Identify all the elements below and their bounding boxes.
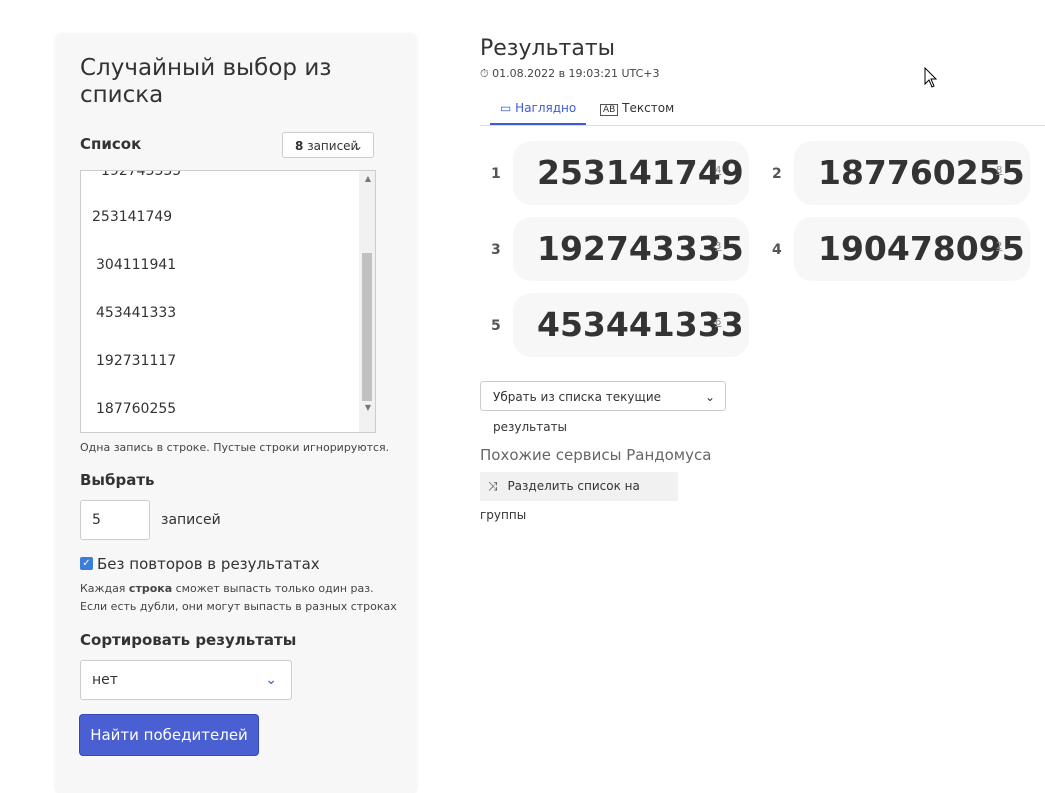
sort-value: нет: [92, 672, 118, 688]
result-index: 4: [772, 242, 782, 258]
choose-label: Выбрать: [80, 471, 155, 489]
find-winners-button[interactable]: Найти победителей: [80, 715, 258, 755]
timer-icon: ⏱: [480, 67, 489, 80]
window-icon: ▭: [500, 101, 512, 115]
list-entry: 253141749: [92, 209, 173, 225]
scroll-down-arrow-icon[interactable]: ▼: [365, 403, 371, 412]
sort-select[interactable]: нет ⌄: [80, 660, 292, 700]
split-into-groups-link[interactable]: ⤨ Разделить список на группы: [480, 472, 678, 522]
chevron-down-icon: ⌄: [265, 672, 277, 688]
no-repeat-note-line2: Если есть дубли, они могут выпасть в раз…: [80, 600, 397, 613]
result-value: 190478095: [818, 229, 1025, 268]
result-card: 453441333 6: [513, 293, 749, 357]
result-card: 192743335 3: [513, 217, 749, 281]
mouse-cursor-icon: [924, 67, 938, 88]
scroll-up-arrow-icon[interactable]: ▲: [365, 174, 371, 183]
result-card: 187760255 8: [794, 141, 1030, 205]
sort-label: Сортировать результаты: [80, 631, 297, 649]
panel-title: Случайный выбор из списка: [80, 55, 332, 108]
tab-visual[interactable]: ▭ Наглядно: [490, 101, 587, 125]
remove-results-button[interactable]: Убрать из списка текущие результаты ⌄: [480, 381, 726, 434]
chevron-down-icon: ⌄: [352, 139, 363, 153]
results-tabs: ▭ Наглядно AB Текстом: [480, 97, 1045, 126]
result-value: 192743335: [537, 229, 744, 268]
similar-services-title: Похожие сервисы Рандомуса: [480, 446, 712, 464]
settings-panel: Случайный выбор из списка Список 8 запис…: [55, 33, 417, 793]
result-value: 453441333: [537, 305, 744, 344]
list-entry: 192743335: [101, 170, 182, 179]
result-source-line[interactable]: 8: [996, 165, 1002, 176]
list-entry: 187760255: [96, 401, 177, 417]
list-textarea[interactable]: 192743335 253141749 304111941 453441333 …: [80, 170, 376, 433]
split-icon: ⤨: [488, 479, 498, 493]
entries-count-label: записей: [307, 139, 359, 153]
scroll-thumb[interactable]: [362, 253, 372, 401]
no-repeat-note: Каждая строка сможет выпасть только один…: [80, 582, 374, 595]
entries-count-dropdown[interactable]: 8 записей ⌄: [282, 132, 374, 158]
choose-unit: записей: [161, 512, 221, 528]
no-repeat-checkbox[interactable]: ✓: [80, 557, 93, 570]
choose-count-input[interactable]: 5: [80, 500, 150, 540]
result-index: 5: [491, 318, 501, 334]
chevron-down-icon: ⌄: [704, 390, 715, 404]
results-timestamp: ⏱ 01.08.2022 в 19:03:21 UTC+3: [480, 67, 660, 80]
tab-text[interactable]: AB Текстом: [600, 101, 674, 125]
list-entry: 304111941: [96, 257, 177, 273]
result-source-line[interactable]: 6: [715, 317, 721, 328]
list-hint: Одна запись в строке. Пустые строки игно…: [80, 441, 390, 454]
result-value: 253141749: [537, 153, 744, 192]
list-scrollbar[interactable]: ▲ ▼: [359, 171, 375, 432]
list-entry: 453441333: [96, 305, 177, 321]
result-index: 3: [491, 242, 501, 258]
result-source-line[interactable]: 3: [715, 241, 721, 252]
result-card: 253141749 4: [513, 141, 749, 205]
no-repeat-label: Без повторов в результатах: [97, 555, 320, 573]
text-icon: AB: [600, 104, 619, 116]
result-card: 190478095 2: [794, 217, 1030, 281]
list-entry: 192731117: [96, 353, 177, 369]
result-source-line[interactable]: 4: [715, 165, 721, 176]
result-index: 2: [772, 166, 782, 182]
result-value: 187760255: [818, 153, 1025, 192]
list-label: Список: [80, 135, 142, 153]
results-title: Результаты: [480, 36, 616, 61]
result-index: 1: [491, 166, 501, 182]
result-source-line[interactable]: 2: [996, 241, 1002, 252]
entries-count: 8: [295, 139, 304, 153]
